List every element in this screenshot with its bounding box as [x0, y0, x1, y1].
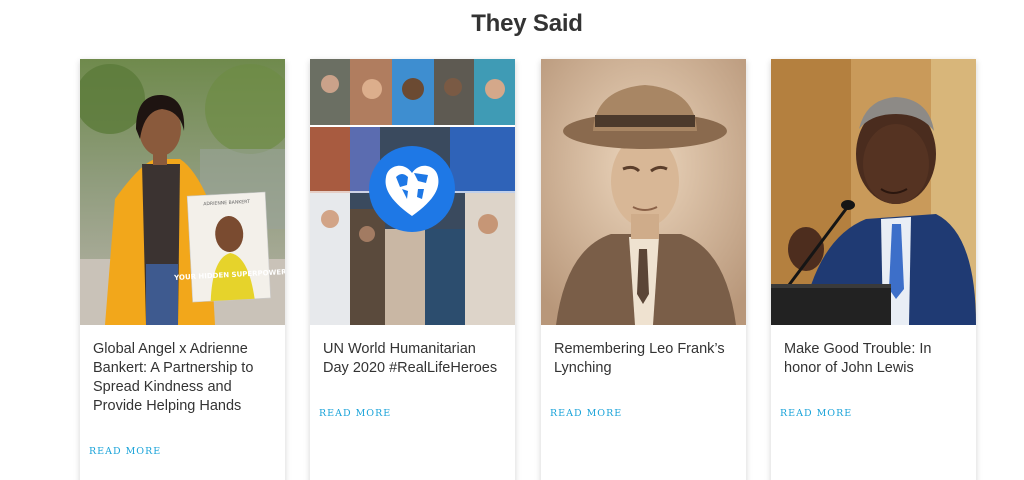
- section-title: They Said: [471, 10, 583, 37]
- article-image[interactable]: [310, 59, 515, 325]
- read-more-link[interactable]: READ MORE: [89, 446, 161, 457]
- article-title[interactable]: UN World Humanitarian Day 2020 #RealLife…: [323, 340, 503, 378]
- read-more-link[interactable]: READ MORE: [550, 408, 622, 419]
- read-more-link[interactable]: READ MORE: [319, 408, 391, 419]
- article-card[interactable]: ADRIENNE BANKERT YOUR HIDDEN SUPERPOWER …: [80, 59, 285, 480]
- article-card[interactable]: UN World Humanitarian Day 2020 #RealLife…: [310, 59, 515, 480]
- read-more-link[interactable]: READ MORE: [780, 408, 852, 419]
- article-title[interactable]: Make Good Trouble: In honor of John Lewi…: [784, 340, 964, 378]
- article-card[interactable]: Make Good Trouble: In honor of John Lewi…: [771, 59, 976, 480]
- article-title[interactable]: Remembering Leo Frank’s Lynching: [554, 340, 734, 378]
- article-image[interactable]: ADRIENNE BANKERT YOUR HIDDEN SUPERPOWER: [80, 59, 285, 325]
- article-title[interactable]: Global Angel x Adrienne Bankert: A Partn…: [93, 340, 273, 416]
- article-image[interactable]: [541, 59, 746, 325]
- article-card[interactable]: Remembering Leo Frank’s Lynching READ MO…: [541, 59, 746, 480]
- article-image[interactable]: [771, 59, 976, 325]
